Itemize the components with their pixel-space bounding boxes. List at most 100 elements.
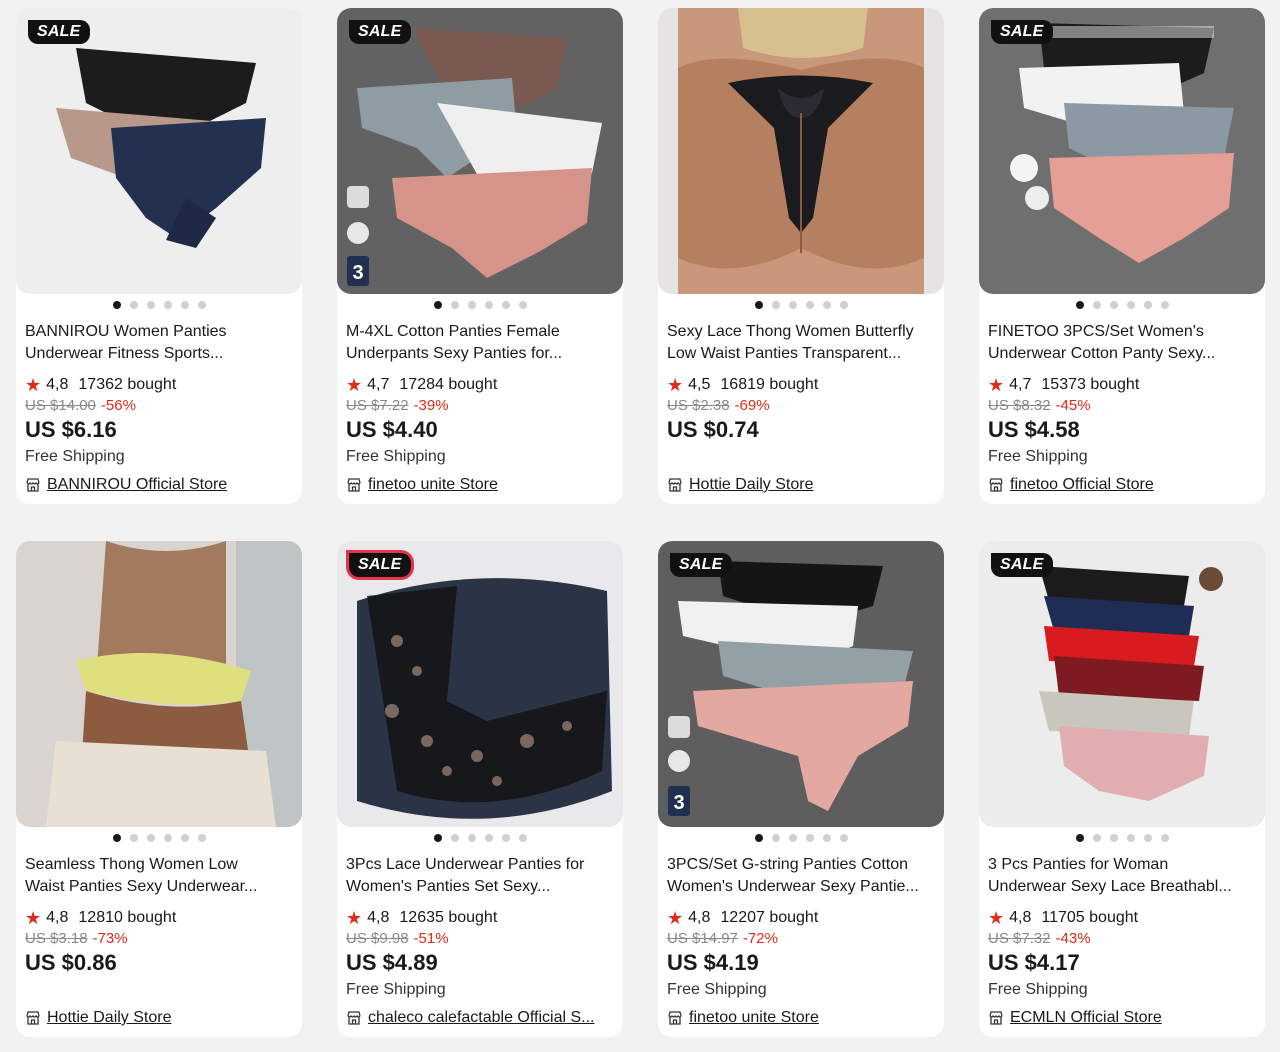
store-name[interactable]: BANNIROU Official Store	[47, 476, 227, 494]
product-card[interactable]: Seamless Thong Women Low Waist Panties S…	[16, 541, 302, 1037]
product-image[interactable]: 3 SALE	[337, 8, 623, 294]
product-title[interactable]: Seamless Thong Women Low Waist Panties S…	[25, 854, 293, 898]
carousel-dot[interactable]	[1092, 301, 1101, 309]
carousel-dot[interactable]	[112, 834, 121, 842]
image-carousel-dots[interactable]	[658, 300, 944, 310]
shipping-label: Free Shipping	[25, 448, 125, 465]
product-title[interactable]: 3 Pcs Panties for Woman Underwear Sexy L…	[988, 854, 1256, 898]
carousel-dot[interactable]	[484, 301, 493, 309]
carousel-dot[interactable]	[1160, 834, 1169, 842]
product-card[interactable]: SALE 3Pcs Lace Underwear Panties for Wom…	[337, 541, 623, 1037]
carousel-dot[interactable]	[822, 834, 831, 842]
store-link[interactable]: Hottie Daily Store	[25, 1009, 293, 1027]
carousel-dot[interactable]	[450, 301, 459, 309]
carousel-dot[interactable]	[1109, 301, 1118, 309]
carousel-dot[interactable]	[822, 301, 831, 309]
carousel-dot[interactable]	[805, 834, 814, 842]
image-carousel-dots[interactable]	[658, 833, 944, 843]
carousel-dot[interactable]	[467, 301, 476, 309]
carousel-dot[interactable]	[484, 834, 493, 842]
carousel-dot[interactable]	[771, 301, 780, 309]
store-link[interactable]: BANNIROU Official Store	[25, 476, 293, 494]
carousel-dot[interactable]	[518, 301, 527, 309]
carousel-dot[interactable]	[1092, 834, 1101, 842]
rating-value: 4,8	[367, 909, 390, 926]
carousel-dot[interactable]	[1143, 301, 1152, 309]
carousel-dot[interactable]	[112, 301, 121, 309]
product-image[interactable]: SALE	[979, 8, 1265, 294]
image-carousel-dots[interactable]	[16, 300, 302, 310]
carousel-dot[interactable]	[1126, 301, 1135, 309]
image-carousel-dots[interactable]	[979, 833, 1265, 843]
product-title[interactable]: FINETOO 3PCS/Set Women's Underwear Cotto…	[988, 321, 1256, 365]
store-name[interactable]: finetoo unite Store	[689, 1009, 819, 1027]
product-title[interactable]: BANNIROU Women Panties Underwear Fitness…	[25, 321, 293, 365]
store-link[interactable]: finetoo Official Store	[988, 476, 1256, 494]
carousel-dot[interactable]	[771, 834, 780, 842]
store-link[interactable]: Hottie Daily Store	[667, 476, 935, 494]
carousel-dot[interactable]	[788, 834, 797, 842]
carousel-dot[interactable]	[450, 834, 459, 842]
product-title[interactable]: 3PCS/Set G-string Panties Cotton Women's…	[667, 854, 935, 898]
image-carousel-dots[interactable]	[16, 833, 302, 843]
product-card[interactable]: 3 SALE M-4XL Cotton Panties Female Under…	[337, 8, 623, 504]
rating-value: 4,8	[46, 376, 69, 393]
carousel-dot[interactable]	[518, 834, 527, 842]
store-name[interactable]: Hottie Daily Store	[47, 1009, 172, 1027]
store-link[interactable]: finetoo unite Store	[667, 1009, 935, 1027]
carousel-dot[interactable]	[1075, 301, 1084, 309]
carousel-dot[interactable]	[805, 301, 814, 309]
image-carousel-dots[interactable]	[337, 833, 623, 843]
carousel-dot[interactable]	[501, 301, 510, 309]
product-image[interactable]	[16, 541, 302, 827]
carousel-dot[interactable]	[197, 834, 206, 842]
product-image[interactable]	[658, 8, 944, 294]
carousel-dot[interactable]	[754, 301, 763, 309]
carousel-dot[interactable]	[180, 301, 189, 309]
carousel-dot[interactable]	[129, 834, 138, 842]
store-link[interactable]: chaleco calefactable Official S...	[346, 1009, 614, 1027]
carousel-dot[interactable]	[163, 301, 172, 309]
store-name[interactable]: finetoo unite Store	[368, 476, 498, 494]
store-name[interactable]: Hottie Daily Store	[689, 476, 814, 494]
store-name[interactable]: ECMLN Official Store	[1010, 1009, 1162, 1027]
store-name[interactable]: chaleco calefactable Official S...	[368, 1009, 595, 1027]
product-card[interactable]: SALE FINETOO 3PCS/Set Women's Underwear …	[979, 8, 1265, 504]
product-card[interactable]: SALE 3 Pcs Panties for Woman Underwear S…	[979, 541, 1265, 1037]
store-link[interactable]: ECMLN Official Store	[988, 1009, 1256, 1027]
store-name[interactable]: finetoo Official Store	[1010, 476, 1154, 494]
image-carousel-dots[interactable]	[337, 300, 623, 310]
product-card[interactable]: SALE BANNIROU Women Panties Underwear Fi…	[16, 8, 302, 504]
carousel-dot[interactable]	[839, 834, 848, 842]
carousel-dot[interactable]	[1126, 834, 1135, 842]
product-card[interactable]: Sexy Lace Thong Women Butterfly Low Wais…	[658, 8, 944, 504]
product-image[interactable]: 3 SALE	[658, 541, 944, 827]
carousel-dot[interactable]	[754, 834, 763, 842]
product-title[interactable]: Sexy Lace Thong Women Butterfly Low Wais…	[667, 321, 935, 365]
product-image[interactable]: SALE	[337, 541, 623, 827]
carousel-dot[interactable]	[788, 301, 797, 309]
image-carousel-dots[interactable]	[979, 300, 1265, 310]
carousel-dot[interactable]	[839, 301, 848, 309]
sale-badge: SALE	[28, 20, 91, 44]
carousel-dot[interactable]	[467, 834, 476, 842]
product-title[interactable]: 3Pcs Lace Underwear Panties for Women's …	[346, 854, 614, 898]
product-card[interactable]: 3 SALE 3PCS/Set G-string Panties Cotton …	[658, 541, 944, 1037]
product-image[interactable]: SALE	[16, 8, 302, 294]
carousel-dot[interactable]	[433, 834, 442, 842]
carousel-dot[interactable]	[433, 301, 442, 309]
carousel-dot[interactable]	[180, 834, 189, 842]
carousel-dot[interactable]	[163, 834, 172, 842]
carousel-dot[interactable]	[1109, 834, 1118, 842]
carousel-dot[interactable]	[146, 301, 155, 309]
carousel-dot[interactable]	[1075, 834, 1084, 842]
product-image[interactable]: SALE	[979, 541, 1265, 827]
carousel-dot[interactable]	[197, 301, 206, 309]
store-link[interactable]: finetoo unite Store	[346, 476, 614, 494]
carousel-dot[interactable]	[1160, 301, 1169, 309]
carousel-dot[interactable]	[501, 834, 510, 842]
carousel-dot[interactable]	[1143, 834, 1152, 842]
carousel-dot[interactable]	[146, 834, 155, 842]
carousel-dot[interactable]	[129, 301, 138, 309]
product-title[interactable]: M-4XL Cotton Panties Female Underpants S…	[346, 321, 614, 365]
